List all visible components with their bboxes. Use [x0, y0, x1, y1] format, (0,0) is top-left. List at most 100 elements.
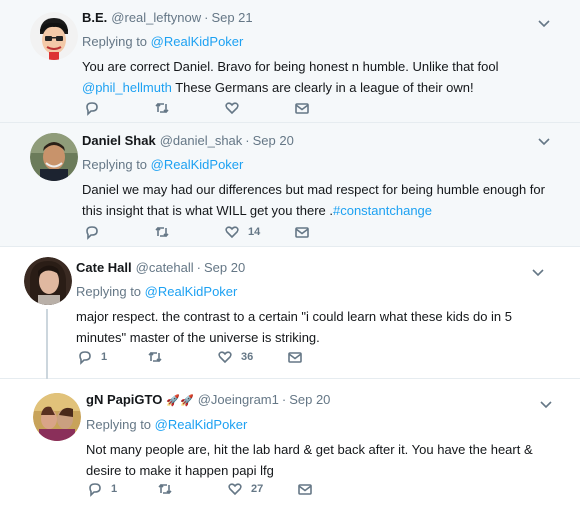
like-count: 27	[251, 483, 264, 495]
replying-to: Replying to @RealKidPoker	[76, 283, 546, 301]
retweet-icon	[148, 351, 162, 363]
direct-message-button[interactable]	[287, 349, 357, 365]
separator-dot: ·	[245, 133, 250, 148]
retweet-button[interactable]	[154, 224, 224, 240]
mention-link[interactable]: @phil_hellmuth	[82, 80, 172, 95]
hashtag-link[interactable]: #constantchange	[333, 203, 432, 218]
replying-to-label: Replying to	[82, 34, 148, 49]
tweet-menu-button[interactable]	[538, 15, 550, 28]
tweet-text-part: These Germans are clearly in a league of…	[171, 80, 474, 95]
author-name[interactable]: gN PapiGTO	[86, 391, 162, 409]
author-handle[interactable]: @real_leftynow	[111, 9, 201, 27]
retweet-button[interactable]	[154, 100, 224, 116]
tweet-text-part: Not many people are, hit the lab hard & …	[86, 442, 533, 478]
reply-button[interactable]: 1	[77, 349, 147, 365]
replying-to-label: Replying to	[82, 157, 148, 172]
direct-message-button[interactable]	[294, 100, 364, 116]
reply-button[interactable]	[84, 100, 154, 116]
author-handle[interactable]: @Joeingram1	[198, 391, 279, 409]
chevron-down-icon	[540, 401, 552, 409]
direct-message-icon	[298, 484, 312, 495]
like-icon	[225, 102, 239, 115]
tweet-date[interactable]: Sep 21	[211, 9, 252, 27]
tweet-text: You are correct Daniel. Bravo for being …	[82, 56, 552, 98]
like-icon	[228, 483, 242, 496]
tweet-text: Not many people are, hit the lab hard & …	[86, 439, 556, 481]
tweet-menu-button[interactable]	[538, 133, 550, 146]
tweet-text: Daniel we may had our differences but ma…	[82, 179, 552, 221]
avatar[interactable]	[30, 133, 78, 181]
thread-line	[46, 309, 48, 379]
replying-to-link[interactable]: @RealKidPoker	[155, 417, 248, 432]
tweet-content: Daniel Shak @daniel_shak · Sep 20 Replyi…	[82, 132, 552, 221]
like-icon	[225, 226, 239, 239]
author-handle[interactable]: @daniel_shak	[160, 132, 243, 150]
replies-feed: B.E. @real_leftynow · Sep 21 Replying to…	[0, 0, 580, 519]
separator-dot: ·	[281, 392, 287, 407]
reply-icon	[86, 226, 98, 240]
tweet-date[interactable]: Sep 20	[253, 132, 294, 150]
tweet-header: Cate Hall @catehall · Sep 20	[76, 259, 546, 277]
retweet-button[interactable]	[147, 349, 217, 365]
like-button[interactable]	[224, 100, 294, 116]
author-name[interactable]: Cate Hall	[76, 259, 132, 277]
tweet-text-part: major respect. the contrast to a certain…	[76, 309, 513, 345]
author-name[interactable]: B.E.	[82, 9, 107, 27]
tweet-header: B.E. @real_leftynow · Sep 21	[82, 9, 552, 27]
like-button[interactable]: 36	[217, 349, 287, 365]
tweet[interactable]: Cate Hall @catehall · Sep 20 Replying to…	[0, 247, 580, 379]
like-count: 14	[248, 226, 261, 238]
separator-dot: ·	[196, 260, 201, 275]
tweet[interactable]: gN PapiGTO 🚀🚀 @Joeingram1 · Sep 20 Reply…	[0, 379, 580, 519]
reply-icon	[86, 102, 98, 116]
tweet-menu-button[interactable]	[532, 264, 544, 277]
tweet-actions: 1 27	[87, 481, 367, 497]
direct-message-icon	[288, 352, 302, 363]
tweet-content: Cate Hall @catehall · Sep 20 Replying to…	[76, 259, 546, 348]
like-count: 36	[241, 351, 254, 363]
author-handle[interactable]: @catehall	[136, 259, 194, 277]
tweet-header: gN PapiGTO 🚀🚀 @Joeingram1 · Sep 20	[86, 391, 556, 410]
replying-to-link[interactable]: @RealKidPoker	[151, 34, 244, 49]
replying-to-label: Replying to	[76, 284, 142, 299]
tweet[interactable]: B.E. @real_leftynow · Sep 21 Replying to…	[0, 0, 580, 123]
direct-message-icon	[295, 103, 309, 114]
avatar[interactable]	[33, 393, 81, 441]
author-name[interactable]: Daniel Shak	[82, 132, 156, 150]
like-button[interactable]: 27	[227, 481, 297, 497]
tweet-header: Daniel Shak @daniel_shak · Sep 20	[82, 132, 552, 150]
tweet-actions: 1 36	[77, 349, 357, 365]
tweet-actions	[84, 100, 364, 116]
replying-to: Replying to @RealKidPoker	[82, 33, 552, 51]
separator-dot: ·	[204, 10, 209, 25]
like-button[interactable]: 14	[224, 224, 294, 240]
like-icon	[218, 351, 232, 364]
retweet-icon	[155, 102, 169, 114]
avatar[interactable]	[24, 257, 72, 305]
direct-message-button[interactable]	[294, 224, 364, 240]
reply-button[interactable]	[84, 224, 154, 240]
tweet-date[interactable]: Sep 20	[289, 391, 330, 409]
tweet-text-part: You are correct Daniel. Bravo for being …	[82, 59, 499, 74]
retweet-icon	[155, 226, 169, 238]
reply-icon	[89, 483, 101, 497]
retweet-button[interactable]	[157, 481, 227, 497]
chevron-down-icon	[538, 138, 550, 146]
replying-to-link[interactable]: @RealKidPoker	[151, 157, 244, 172]
replying-to: Replying to @RealKidPoker	[82, 156, 552, 174]
rocket-emoji: 🚀🚀	[166, 395, 194, 407]
direct-message-button[interactable]	[297, 481, 367, 497]
avatar[interactable]	[30, 12, 78, 60]
tweet[interactable]: Daniel Shak @daniel_shak · Sep 20 Replyi…	[0, 123, 580, 247]
tweet-menu-button[interactable]	[540, 396, 552, 409]
reply-button[interactable]: 1	[87, 481, 157, 497]
chevron-down-icon	[532, 269, 544, 277]
tweet-date[interactable]: Sep 20	[204, 259, 245, 277]
retweet-icon	[158, 483, 172, 495]
replying-to-link[interactable]: @RealKidPoker	[145, 284, 238, 299]
replying-to-label: Replying to	[86, 417, 152, 432]
replying-to: Replying to @RealKidPoker	[86, 416, 556, 434]
tweet-text: major respect. the contrast to a certain…	[76, 306, 546, 348]
direct-message-icon	[295, 227, 309, 238]
tweet-content: B.E. @real_leftynow · Sep 21 Replying to…	[82, 9, 552, 98]
